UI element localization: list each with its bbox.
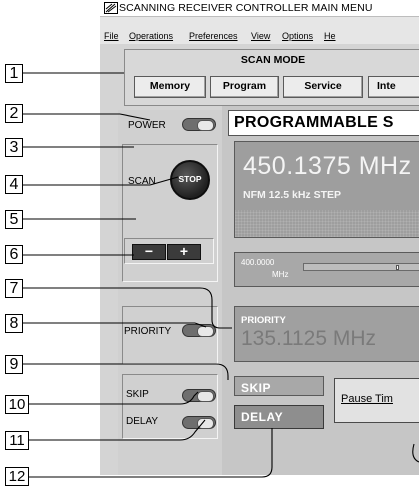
- stop-label: STOP: [178, 174, 202, 184]
- range-unit: MHz: [272, 270, 289, 279]
- callout-1: 1: [5, 64, 23, 83]
- program-mode-button[interactable]: Program: [210, 76, 279, 98]
- callout-7: 7: [5, 279, 23, 298]
- menu-file[interactable]: File: [104, 31, 119, 41]
- signal-grid: [235, 210, 419, 237]
- app-window: SCANNING RECEIVER CONTROLLER MAIN MENU F…: [100, 0, 419, 475]
- menu-options[interactable]: Options: [282, 31, 313, 41]
- skip-label: SKIP: [126, 389, 149, 400]
- scan-label: SCAN: [128, 176, 156, 187]
- callout-5: 5: [5, 210, 23, 229]
- skip-indicator-label: SKIP: [241, 381, 272, 395]
- power-label: POWER: [128, 120, 166, 131]
- pause-time-button[interactable]: Pause Tim: [334, 378, 419, 423]
- memory-mode-button[interactable]: Memory: [134, 76, 206, 98]
- priority-display: PRIORITY 135.1125 MHz: [234, 306, 419, 362]
- callout-6: 6: [5, 245, 23, 264]
- menu-bar: File Operations Preferences View Options…: [100, 17, 419, 44]
- range-slider-thumb[interactable]: [396, 265, 399, 270]
- callout-4: 4: [5, 175, 23, 194]
- window-title: SCANNING RECEIVER CONTROLLER MAIN MENU: [119, 2, 373, 14]
- range-panel: 400.0000 MHz: [234, 252, 419, 287]
- menu-preferences[interactable]: Preferences: [189, 31, 238, 41]
- scan-mode-panel: SCAN MODE Memory Program Service Inte: [124, 49, 419, 106]
- frequency-display: 450.1375 MHz NFM 12.5 kHz STEP: [234, 141, 419, 238]
- app-icon: [104, 2, 118, 14]
- menu-help[interactable]: He: [324, 31, 336, 41]
- inte-mode-button[interactable]: Inte: [368, 76, 419, 98]
- stop-button[interactable]: STOP: [170, 160, 210, 200]
- power-toggle[interactable]: [182, 118, 216, 131]
- callout-11: 11: [5, 431, 29, 450]
- delay-indicator: DELAY: [234, 405, 324, 429]
- step-down-button[interactable]: −: [132, 244, 166, 260]
- frequency-readout: 450.1375 MHz: [243, 152, 412, 180]
- scan-mode-title: SCAN MODE: [240, 54, 306, 66]
- priority-label: PRIORITY: [124, 326, 172, 337]
- display-panel: PROGRAMMABLE S 450.1375 MHz NFM 12.5 kHz…: [222, 106, 419, 475]
- delay-indicator-label: DELAY: [241, 410, 284, 424]
- callout-12: 12: [5, 467, 29, 486]
- delay-toggle[interactable]: [182, 416, 216, 429]
- skip-delay-group: [122, 374, 218, 439]
- priority-toggle[interactable]: [182, 324, 216, 337]
- programmable-header: PROGRAMMABLE S: [228, 110, 419, 136]
- service-mode-button[interactable]: Service: [283, 76, 363, 98]
- callout-8: 8: [5, 314, 23, 333]
- callout-10: 10: [5, 395, 29, 414]
- range-slider[interactable]: [303, 263, 419, 271]
- callout-3: 3: [5, 138, 23, 157]
- callout-2: 2: [5, 104, 23, 123]
- mode-step-readout: NFM 12.5 kHz STEP: [243, 189, 342, 201]
- skip-indicator: SKIP: [234, 376, 324, 396]
- delay-label: DELAY: [126, 416, 159, 427]
- priority-frequency: 135.1125 MHz: [241, 327, 377, 350]
- left-control-panel: POWER SCAN STOP − + PRIORITY SKIP DELAY: [118, 110, 222, 475]
- priority-display-label: PRIORITY: [241, 315, 286, 326]
- range-start-frequency: 400.0000: [241, 258, 275, 267]
- callout-9: 9: [5, 355, 23, 374]
- menu-view[interactable]: View: [251, 31, 270, 41]
- step-up-button[interactable]: +: [167, 244, 201, 260]
- title-bar: SCANNING RECEIVER CONTROLLER MAIN MENU: [100, 0, 419, 17]
- pause-time-label: Pause Tim: [341, 393, 393, 405]
- menu-operations[interactable]: Operations: [129, 31, 173, 41]
- skip-toggle[interactable]: [182, 389, 216, 402]
